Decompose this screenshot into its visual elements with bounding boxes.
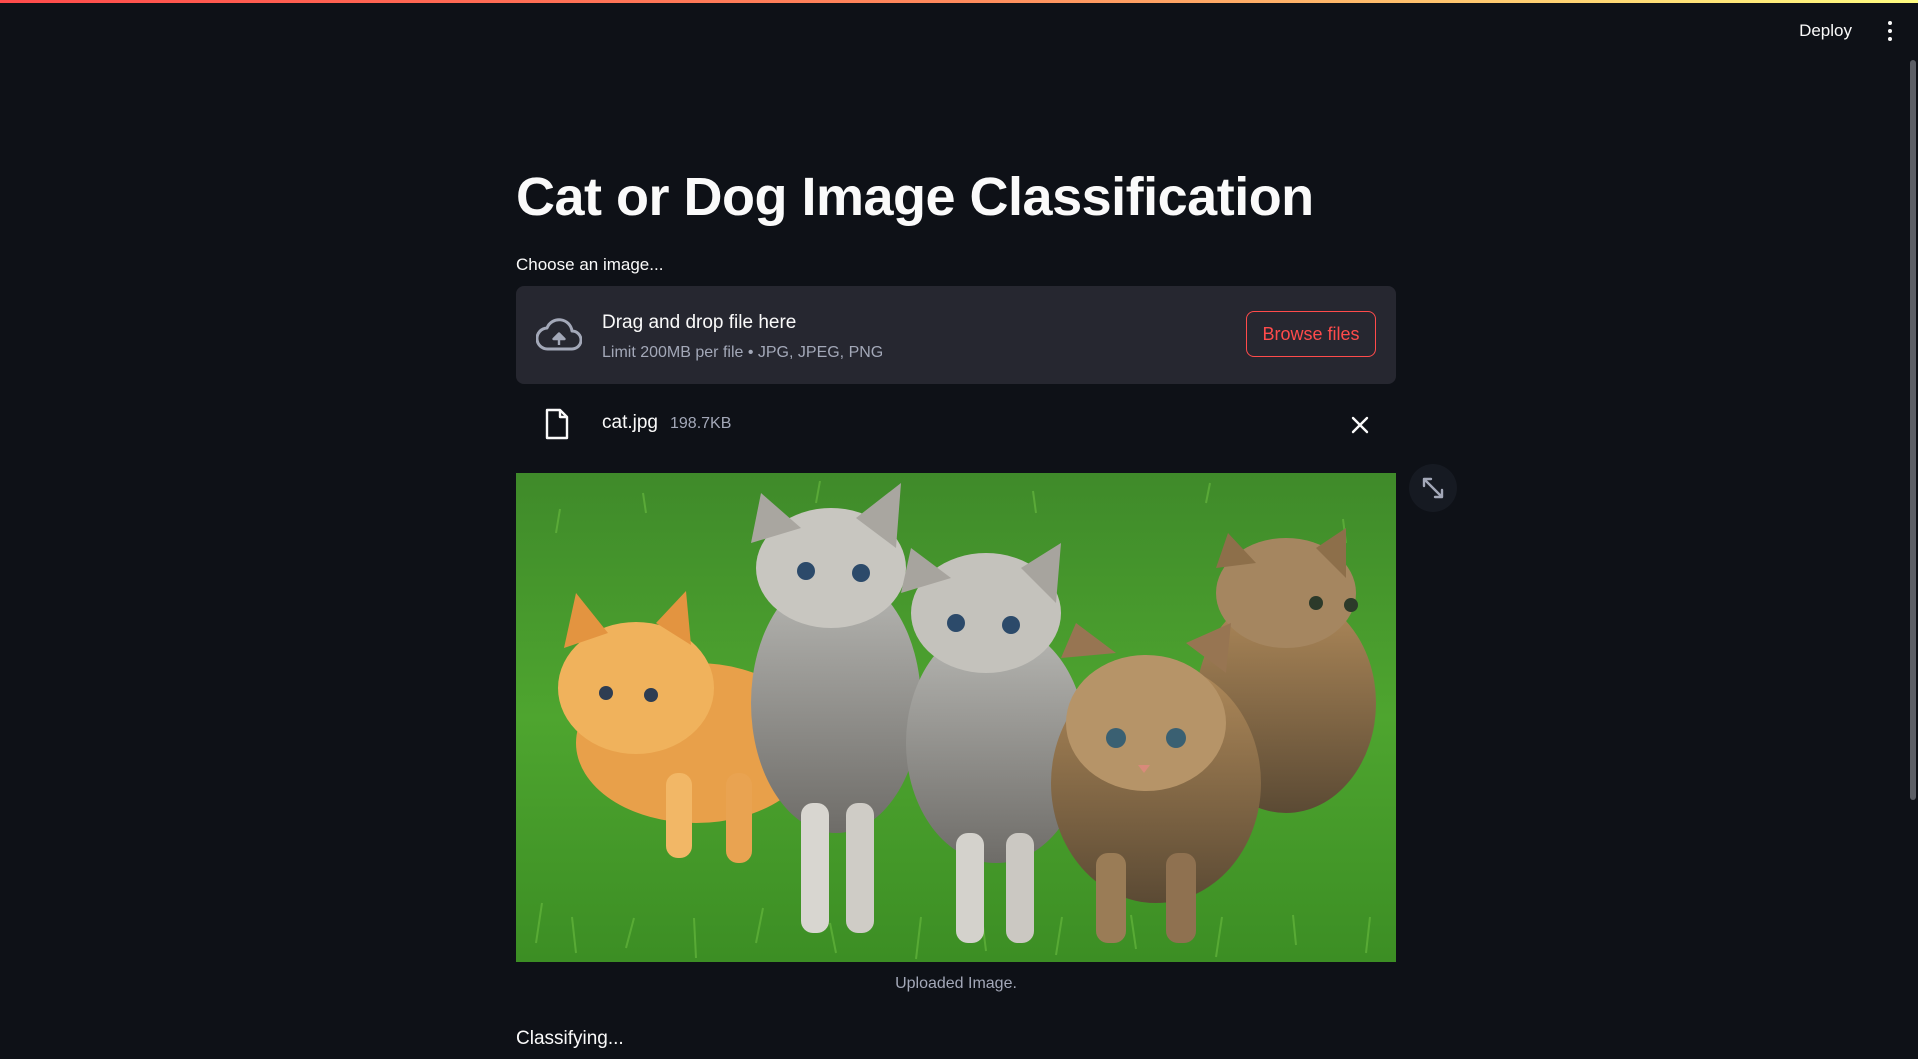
close-icon[interactable]	[1348, 413, 1372, 437]
menu-dot-icon	[1888, 37, 1892, 41]
kittens-photo	[516, 473, 1396, 962]
uploaded-image	[516, 473, 1396, 962]
menu-dot-icon	[1888, 21, 1892, 25]
main-menu-button[interactable]	[1880, 17, 1900, 45]
deploy-button[interactable]: Deploy	[1791, 17, 1860, 45]
fullscreen-button[interactable]	[1409, 464, 1457, 512]
file-dropzone[interactable]: Drag and drop file here Limit 200MB per …	[516, 286, 1396, 384]
file-icon	[545, 408, 569, 440]
dropzone-limit-text: Limit 200MB per file • JPG, JPEG, PNG	[602, 344, 884, 361]
uploaded-file-size: 198.7KB	[670, 415, 732, 432]
page-title: Cat or Dog Image Classification	[516, 167, 1314, 227]
expand-icon	[1422, 477, 1444, 499]
header-toolbar: Deploy	[0, 3, 1918, 59]
dropzone-title: Drag and drop file here	[602, 312, 797, 333]
uploaded-file-name: cat.jpg	[602, 412, 658, 433]
uploaded-file-row: cat.jpg 198.7KB	[516, 400, 1396, 450]
app-root: Deploy Cat or Dog Image Classification C…	[0, 0, 1918, 1059]
menu-dot-icon	[1888, 29, 1892, 33]
image-caption: Uploaded Image.	[895, 975, 1017, 992]
classification-status: Classifying...	[516, 1028, 624, 1049]
browse-files-button[interactable]: Browse files	[1246, 311, 1376, 357]
scrollbar-thumb[interactable]	[1910, 60, 1916, 800]
cloud-upload-icon	[536, 318, 582, 351]
uploader-label: Choose an image...	[516, 255, 664, 274]
